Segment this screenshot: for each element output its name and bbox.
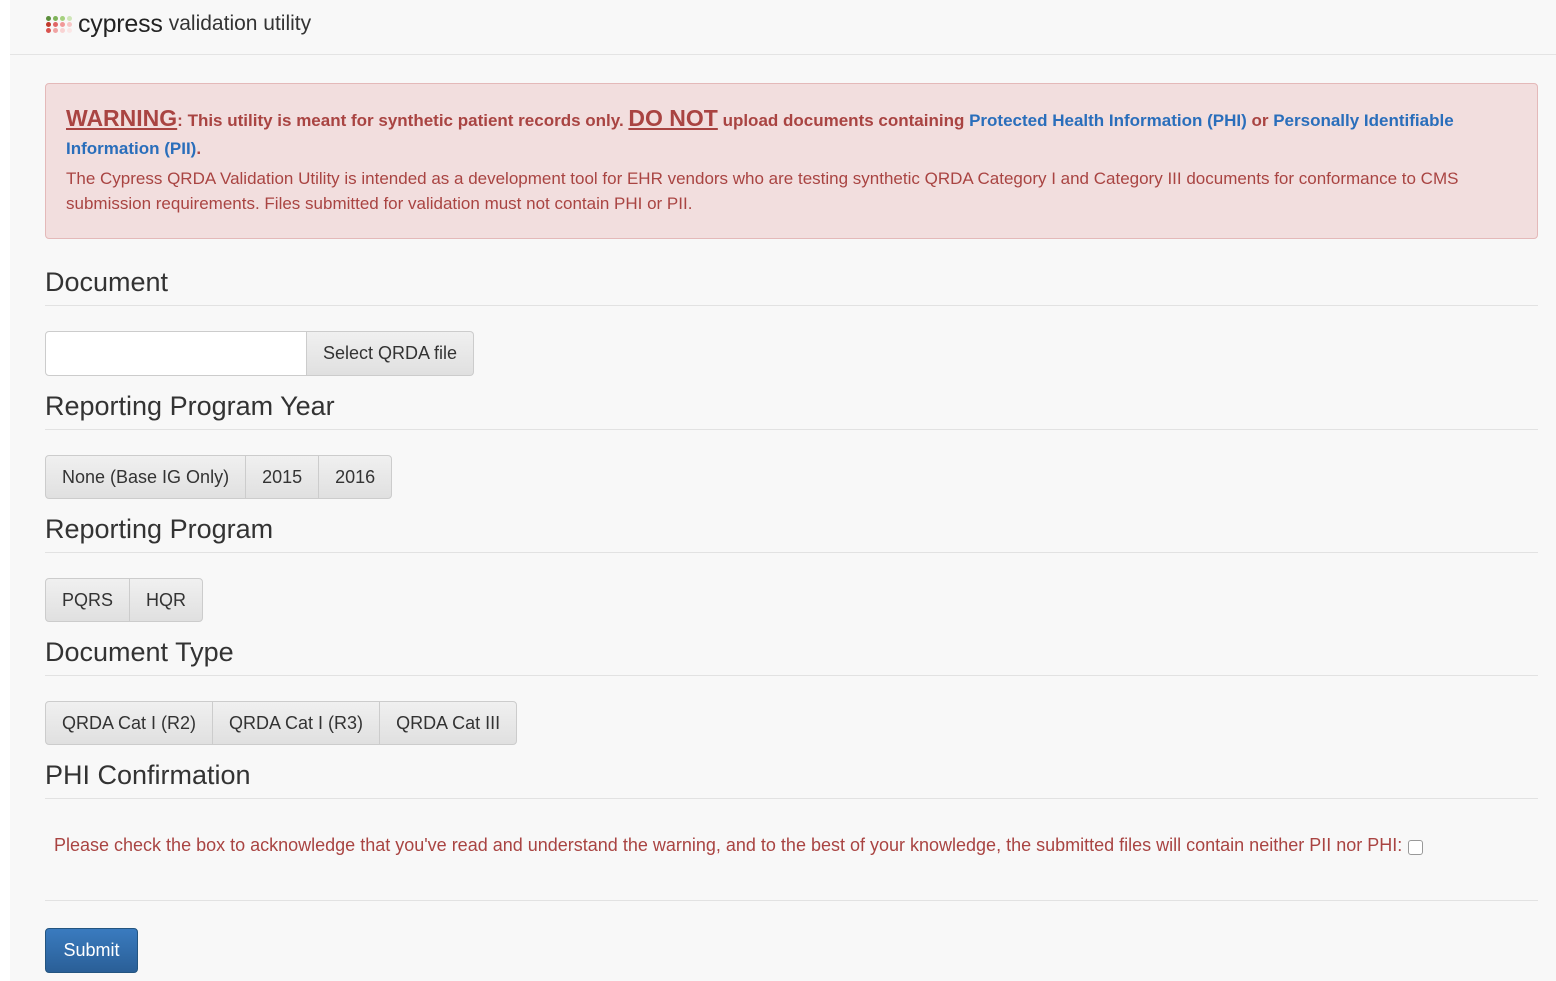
document-type-button-group: QRDA Cat I (R2) QRDA Cat I (R3) QRDA Cat… [45,701,518,745]
warning-headline: WARNING: This utility is meant for synth… [66,104,1517,163]
logo-dot [53,28,58,33]
warning-text-3: or [1246,111,1274,130]
file-picker: Select QRDA file [45,331,475,376]
logo-dot [53,16,58,21]
cypress-logo-icon [46,16,74,34]
phi-confirmation-row: Please check the box to acknowledge that… [54,835,1514,856]
phi-link[interactable]: Protected Health Information (PHI) [969,111,1247,130]
program-year-heading: Reporting Program Year [45,390,1538,430]
program-heading: Reporting Program [45,513,1538,553]
brand-name: cypress [78,9,163,38]
logo-dot [46,22,51,27]
warning-label: WARNING [66,105,178,131]
document-type-heading: Document Type [45,636,1538,676]
navbar: cypress validation utility [10,0,1556,55]
program-option-pqrs[interactable]: PQRS [45,578,131,622]
phi-confirmation-text: Please check the box to acknowledge that… [54,835,1403,855]
page: cypress validation utility WARNING: This… [10,0,1556,981]
doc-type-option-cat1-r3[interactable]: QRDA Cat I (R3) [212,701,381,745]
logo-dot [67,16,72,21]
document-heading: Document [45,266,1538,306]
phi-confirmation-checkbox[interactable] [1408,840,1424,855]
program-year-button-group: None (Base IG Only) 2015 2016 [45,455,393,499]
logo-dot [67,22,72,27]
program-year-option-2016[interactable]: 2016 [318,455,393,499]
do-not-label: DO NOT [628,105,718,131]
logo-dot [46,16,51,21]
doc-type-option-cat1-r2[interactable]: QRDA Cat I (R2) [45,701,214,745]
brand-suffix: validation utility [168,12,312,35]
logo-dot [46,28,51,33]
warning-text-4: . [196,139,202,158]
doc-type-option-cat3[interactable]: QRDA Cat III [379,701,518,745]
phi-warning-alert: WARNING: This utility is meant for synth… [45,83,1538,239]
program-year-option-none[interactable]: None (Base IG Only) [45,455,247,499]
phi-confirmation-heading: PHI Confirmation [45,759,1538,799]
brand-link[interactable]: cypress validation utility [46,9,311,39]
file-name-field[interactable] [45,331,307,376]
logo-dot [60,28,65,33]
program-year-option-2015[interactable]: 2015 [245,455,320,499]
logo-dot [53,22,58,27]
logo-dot [67,28,72,33]
program-option-hqr[interactable]: HQR [129,578,204,622]
warning-text-1: This utility is meant for synthetic pati… [182,111,629,130]
warning-body: The Cypress QRDA Validation Utility is i… [66,169,1459,213]
program-button-group: PQRS HQR [45,578,204,622]
logo-dot [60,22,65,27]
submit-button[interactable]: Submit [45,928,138,973]
warning-text-2: upload documents containing [717,111,970,130]
form-divider [45,900,1538,901]
select-qrda-file-button[interactable]: Select QRDA file [307,331,475,376]
logo-dot [60,16,65,21]
